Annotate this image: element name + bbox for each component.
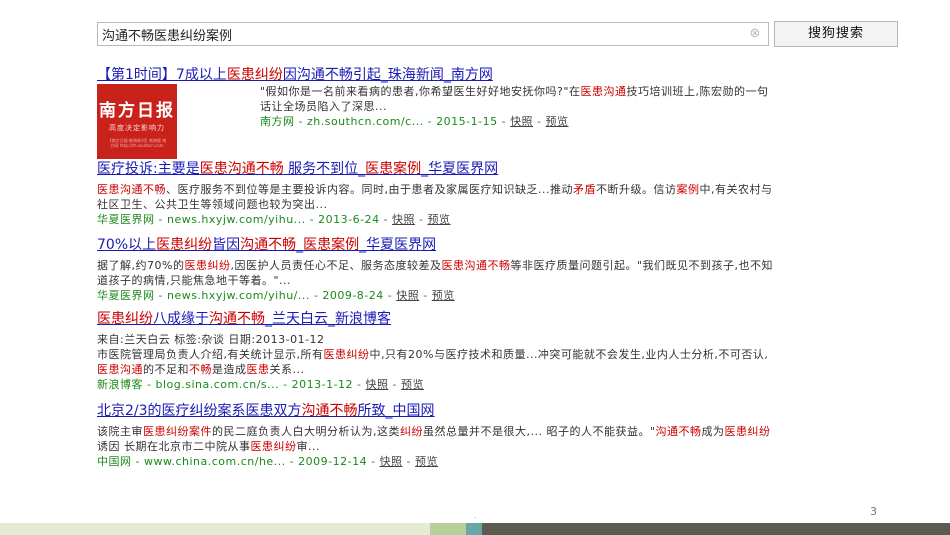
result-date: 2009-12-14 [298, 455, 368, 468]
newspaper-fineprint: 【南方日报·南海周刊】南海版 南方网 http://zh.southcn.com [107, 137, 167, 148]
result-url[interactable]: news.hxyjw.com/yihu... [167, 213, 306, 226]
footer-band-green [430, 523, 466, 535]
keyword-highlight: 沟通不畅 [301, 403, 358, 419]
result-date: 2013-1-12 [291, 378, 354, 391]
footer-band-teal [466, 523, 482, 535]
slide-dot: . [474, 511, 477, 520]
snapshot-link[interactable]: 快照 [510, 115, 533, 128]
result-item: 医患纠纷八成缘于沟通不畅_兰天白云_新浪博客 来自:兰天白云 标签:杂谈 日期:… [97, 308, 777, 393]
keyword-highlight: 医患纠纷 [724, 425, 771, 438]
result-title[interactable]: 北京2/3的医疗纠纷案系医患双方沟通不畅所致_中国网 [97, 400, 777, 420]
search-box[interactable]: ⊗ [97, 22, 769, 46]
keyword-highlight: 医患沟通不畅 [441, 259, 511, 272]
keyword-highlight: 医患纠纷 [250, 440, 297, 453]
result-source[interactable]: 南方网 [260, 115, 295, 128]
result-snippet: "假如你是一名前来看病的患者,你希望医生好好地安抚你吗?"在医患沟通技巧培训班上… [260, 85, 769, 113]
search-button[interactable]: 搜狗搜索 [774, 21, 898, 47]
result-source[interactable]: 中国网 [97, 455, 132, 468]
preview-link[interactable]: 预览 [428, 213, 451, 226]
result-meta: 新浪博客 - blog.sina.com.cn/s... - 2013-1-12… [97, 378, 424, 391]
keyword-highlight: 矛盾 [572, 183, 596, 196]
result-meta: 华夏医界网 - news.hxyjw.com/yihu... - 2013-6-… [97, 213, 451, 226]
keyword-highlight: 沟通不畅 [240, 237, 297, 253]
result-source[interactable]: 华夏医界网 [97, 289, 155, 302]
keyword-highlight: 案例 [676, 183, 700, 196]
result-date: 2013-6-24 [318, 213, 380, 226]
result-date: 2015-1-15 [436, 115, 498, 128]
snapshot-link[interactable]: 快照 [380, 455, 403, 468]
snapshot-link[interactable]: 快照 [392, 213, 415, 226]
result-title[interactable]: 70%以上医患纠纷皆因沟通不畅_医患案例_华夏医界网 [97, 234, 777, 254]
snapshot-link[interactable]: 快照 [366, 378, 389, 391]
result-meta: 中国网 - www.china.com.cn/he... - 2009-12-1… [97, 455, 439, 468]
result-item: 【第1时间】7成以上医患纠纷因沟通不畅引起_珠海新闻_南方网 南方日报 高度决定… [97, 64, 777, 159]
result-snippet: 医患沟通不畅、医疗服务不到位等是主要投诉内容。同时,由于患者及家属医疗知识缺乏.… [97, 183, 773, 211]
result-title[interactable]: 医患纠纷八成缘于沟通不畅_兰天白云_新浪博客 [97, 308, 777, 328]
result-url[interactable]: zh.southcn.com/c... [307, 115, 424, 128]
keyword-highlight: 医患纠纷 [156, 237, 213, 253]
search-input[interactable] [102, 25, 732, 43]
result-item: 70%以上医患纠纷皆因沟通不畅_医患案例_华夏医界网 据了解,约70%的医患纠纷… [97, 234, 777, 304]
keyword-highlight: 医患纠纷 [97, 311, 153, 327]
result-item: 医疗投诉:主要是医患沟通不畅 服务不到位_医患案例_华夏医界网 医患沟通不畅、医… [97, 158, 777, 228]
footer-band-dark [482, 523, 950, 535]
result-snippet: 该院主审医患纠纷案件的民二庭负责人白大明分析认为,这类纠纷虽然总量并不是很大,.… [97, 425, 771, 453]
result-thumbnail[interactable]: 南方日报 高度决定影响力 【南方日报·南海周刊】南海版 南方网 http://z… [97, 84, 177, 159]
preview-link[interactable]: 预览 [401, 378, 424, 391]
keyword-highlight: 医患沟通 [580, 85, 627, 98]
keyword-highlight: 医患纠纷 [184, 259, 231, 272]
keyword-highlight: 沟通不畅 [209, 311, 265, 327]
result-source[interactable]: 华夏医界网 [97, 213, 155, 226]
result-snippet: 来自:兰天白云 标签:杂谈 日期:2013-01-12 市医院管理局负责人介绍,有… [97, 333, 769, 376]
keyword-highlight: 不畅 [189, 363, 212, 376]
preview-link[interactable]: 预览 [546, 115, 569, 128]
result-url[interactable]: www.china.com.cn/he... [144, 455, 286, 468]
footer-band-light [0, 523, 430, 535]
keyword-highlight: 医患案例 [303, 237, 360, 253]
keyword-highlight: 医患沟通不畅 [199, 161, 284, 177]
result-meta: 南方网 - zh.southcn.com/c... - 2015-1-15 - … [260, 115, 569, 128]
result-url[interactable]: blog.sina.com.cn/s... [155, 378, 279, 391]
newspaper-logo: 南方日报 [99, 100, 175, 121]
result-source[interactable]: 新浪博客 [97, 378, 143, 391]
preview-link[interactable]: 预览 [432, 289, 455, 302]
page-number: 3 [870, 505, 877, 518]
keyword-highlight: 医患 [246, 363, 270, 376]
keyword-highlight: 医患案例 [365, 161, 422, 177]
result-item: 北京2/3的医疗纠纷案系医患双方沟通不畅所致_中国网 该院主审医患纠纷案件的民二… [97, 400, 777, 470]
keyword-highlight: 医患纠纷 [323, 348, 370, 361]
result-meta: 华夏医界网 - news.hxyjw.com/yihu/... - 2009-8… [97, 289, 455, 302]
keyword-highlight: 医患沟通 [97, 363, 143, 376]
keyword-highlight: 医患纠纷案件 [143, 425, 212, 438]
result-url[interactable]: news.hxyjw.com/yihu/... [167, 289, 310, 302]
result-title[interactable]: 医疗投诉:主要是医患沟通不畅 服务不到位_医患案例_华夏医界网 [97, 158, 777, 178]
snapshot-link[interactable]: 快照 [396, 289, 419, 302]
keyword-highlight: 医患纠纷 [226, 67, 283, 83]
clear-icon[interactable]: ⊗ [748, 27, 762, 41]
result-title[interactable]: 【第1时间】7成以上医患纠纷因沟通不畅引起_珠海新闻_南方网 [97, 64, 777, 84]
keyword-highlight: 沟通不畅 [655, 425, 702, 438]
keyword-highlight: 医患沟通不畅 [97, 183, 166, 196]
keyword-highlight: 纠纷 [400, 425, 423, 438]
footer-color-band [0, 523, 950, 535]
preview-link[interactable]: 预览 [415, 455, 438, 468]
result-snippet: 据了解,约70%的医患纠纷,因医护人员责任心不足、服务态度较差及医患沟通不畅等非… [97, 259, 773, 287]
newspaper-slogan: 高度决定影响力 [109, 123, 165, 132]
result-date: 2009-8-24 [322, 289, 384, 302]
